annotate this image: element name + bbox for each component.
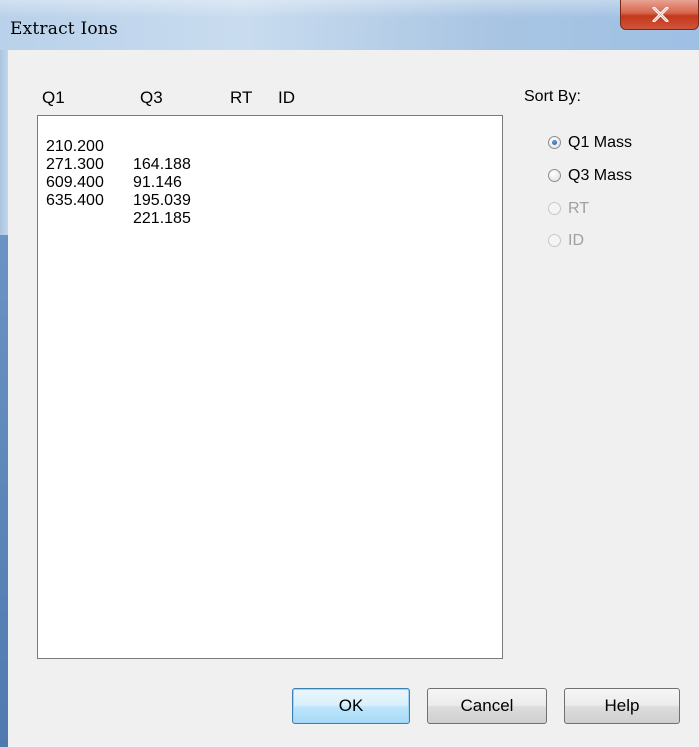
q1-value: 635.400: [46, 192, 104, 209]
radio-label: Q1 Mass: [568, 134, 633, 151]
radio-label: RT: [568, 200, 590, 217]
column-header-id: ID: [278, 88, 295, 107]
list-item[interactable]: 271.300 91.146: [46, 138, 182, 191]
column-header-q3: Q3: [140, 88, 163, 107]
window-title: Extract Ions: [10, 19, 118, 39]
help-button[interactable]: Help: [564, 688, 680, 724]
ok-button[interactable]: OK: [292, 688, 410, 724]
radio-label: ID: [568, 232, 584, 249]
list-item[interactable]: 635.400 221.185: [46, 174, 191, 227]
radio-disabled-icon: [548, 234, 561, 247]
radio-disabled-icon: [548, 202, 561, 215]
radio-selected-icon: [548, 136, 561, 149]
q3-value: 195.039: [133, 192, 191, 209]
column-header-q1: Q1: [42, 88, 65, 107]
cancel-button[interactable]: Cancel: [427, 688, 547, 724]
list-item[interactable]: 210.200 164.188: [46, 120, 191, 173]
list-item[interactable]: 609.400 195.039: [46, 156, 191, 209]
ion-listbox[interactable]: 210.200 164.188 271.300 91.146 609.400 1…: [37, 115, 503, 659]
q3-value: 91.146: [133, 174, 182, 191]
extract-ions-dialog: Extract Ions Q1 Q3 RT ID 210.200 164.188…: [0, 0, 699, 747]
q3-value: 221.185: [133, 210, 191, 227]
close-button[interactable]: [620, 0, 699, 30]
q3-value: 164.188: [133, 156, 191, 173]
sort-by-label: Sort By:: [524, 88, 581, 105]
column-header-rt: RT: [230, 88, 253, 107]
title-bar-shine: [0, 0, 699, 18]
window-left-border-shadow: [0, 235, 8, 747]
radio-unselected-icon: [548, 169, 561, 182]
close-icon: [652, 7, 669, 22]
radio-label: Q3 Mass: [568, 167, 633, 184]
title-bar[interactable]: Extract Ions: [0, 0, 699, 50]
